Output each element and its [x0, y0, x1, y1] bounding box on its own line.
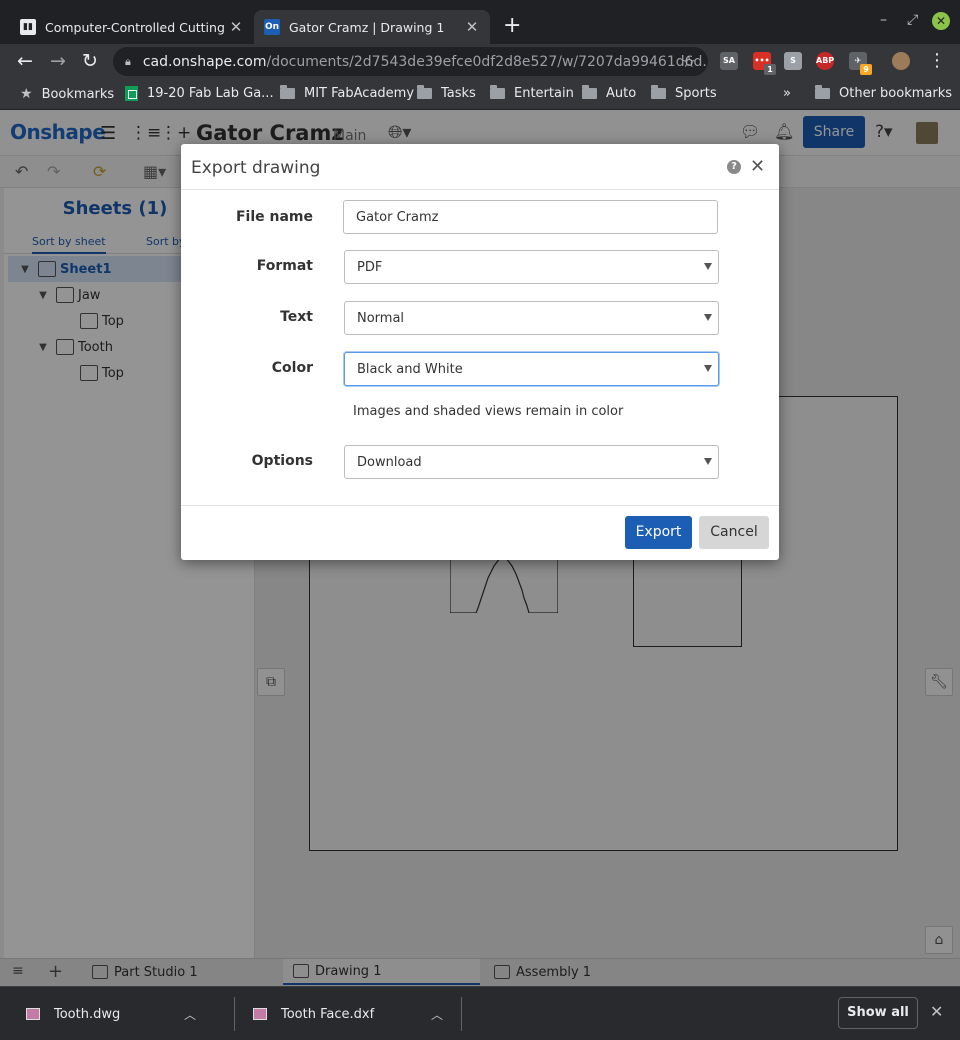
cancel-button[interactable]: Cancel [699, 516, 769, 549]
file-icon [253, 1008, 267, 1020]
bookmark-label: Sports [675, 86, 717, 101]
color-note: Images and shaded views remain in color [353, 404, 624, 419]
bookmark-label: Auto [606, 86, 637, 101]
folder-icon [815, 85, 830, 99]
dropdown-caret-icon [704, 263, 712, 270]
bookmark-folder-sports[interactable]: Sports [651, 85, 717, 101]
minimize-icon[interactable]: – [880, 12, 887, 28]
color-label: Color [271, 360, 313, 376]
bookmark-label: Bookmarks [41, 86, 115, 102]
folder-icon [582, 85, 597, 99]
bookmarks-bar: ★ Bookmarks 19-20 Fab Lab Ga... MIT FabA… [0, 78, 960, 110]
url-path: /documents/2d7543de39efce0df2d8e527/w/72… [266, 53, 708, 70]
dropdown-caret-icon [704, 458, 712, 465]
browser-menu-icon[interactable]: ⋮ [928, 50, 946, 71]
bookmarks-overflow-icon[interactable]: » [783, 86, 791, 101]
format-select[interactable]: PDF [344, 250, 719, 284]
browser-navbar: ← → ↻ 🔒︎ cad.onshape.com/documents/2d754… [0, 44, 960, 78]
file-name-label: File name [235, 209, 313, 225]
back-arrow-icon[interactable]: ← [13, 49, 37, 73]
options-value: Download [357, 454, 422, 470]
help-icon[interactable]: ? [727, 160, 741, 174]
new-tab-icon[interactable]: + [503, 13, 521, 38]
text-value: Normal [357, 310, 405, 326]
download-item[interactable]: Tooth.dwg ︿ [26, 987, 196, 1040]
dropdown-caret-icon [704, 365, 712, 372]
close-icon[interactable]: ✕ [750, 156, 765, 177]
bookmark-folder-tasks[interactable]: Tasks [417, 85, 476, 101]
extension-badge: 9 [860, 64, 872, 75]
export-drawing-dialog: Export drawing ? ✕ File name Format PDF … [181, 144, 779, 560]
download-filename: Tooth Face.dxf [281, 1006, 375, 1022]
bookmark-label: 19-20 Fab Lab Ga... [147, 86, 274, 101]
reload-icon[interactable]: ↻ [78, 49, 102, 73]
download-filename: Tooth.dwg [54, 1006, 121, 1022]
extension-badge: 1 [764, 64, 776, 75]
red-extension-icon[interactable]: ••• 1 [753, 52, 776, 75]
tab-close-icon[interactable]: ✕ [464, 18, 480, 36]
dialog-header: Export drawing ? ✕ [181, 144, 779, 190]
bookmark-folder-fabacademy[interactable]: MIT FabAcademy [280, 85, 415, 101]
plane-extension-icon[interactable]: ✈ 9 [849, 52, 872, 75]
chevron-up-icon[interactable]: ︿ [184, 1006, 196, 1023]
dialog-footer-divider [181, 505, 779, 506]
address-bar[interactable]: 🔒︎ cad.onshape.com/documents/2d7543de39e… [113, 47, 708, 76]
lock-icon: 🔒︎ [125, 54, 131, 68]
dropdown-caret-icon [704, 314, 712, 321]
forward-arrow-icon[interactable]: → [46, 49, 70, 73]
options-label: Options [251, 453, 313, 469]
color-select[interactable]: Black and White [344, 352, 719, 386]
adblock-icon[interactable]: ABP [816, 52, 834, 70]
dialog-title: Export drawing [191, 158, 321, 178]
bookmark-fablab[interactable]: 19-20 Fab Lab Ga... [125, 86, 274, 101]
bookmark-label: Tasks [441, 86, 476, 101]
text-label: Text [280, 309, 313, 325]
show-all-button[interactable]: Show all [838, 997, 918, 1029]
file-icon [26, 1008, 40, 1020]
other-bookmarks[interactable]: Other bookmarks [815, 85, 953, 101]
export-button[interactable]: Export [625, 516, 692, 549]
folder-icon [280, 85, 295, 99]
color-value: Black and White [357, 361, 463, 377]
tab-title: Gator Cramz | Drawing 1 [289, 19, 445, 35]
url-host: cad.onshape.com [142, 53, 267, 70]
bookmark-folder-entertain[interactable]: Entertain [490, 85, 574, 101]
text-select[interactable]: Normal [344, 301, 719, 335]
bookmark-star-icon[interactable]: ☆ [682, 52, 696, 71]
folder-icon [490, 85, 505, 99]
file-name-input[interactable] [343, 200, 718, 234]
tab-title: Computer-Controlled Cutting [45, 19, 225, 35]
maximize-icon[interactable]: ⤢ [907, 12, 918, 28]
bookmark-bookmarks[interactable]: ★ Bookmarks [20, 86, 114, 102]
bookmark-folder-auto[interactable]: Auto [582, 85, 637, 101]
browser-tab-inactive[interactable]: ▮▮ Computer-Controlled Cutting ✕ [10, 10, 254, 44]
tab-close-icon[interactable]: ✕ [228, 18, 244, 36]
options-select[interactable]: Download [344, 445, 719, 479]
s-extension-icon[interactable]: S [784, 52, 802, 70]
bookmark-label: Entertain [514, 86, 574, 101]
download-divider [234, 997, 235, 1031]
format-value: PDF [357, 259, 383, 275]
close-icon[interactable]: ✕ [930, 1002, 943, 1021]
window-close-icon[interactable]: ✕ [932, 12, 950, 30]
book-favicon-icon: ▮▮ [20, 19, 36, 35]
chevron-up-icon[interactable]: ︿ [431, 1006, 443, 1023]
profile-avatar[interactable] [892, 52, 910, 70]
folder-icon [417, 85, 432, 99]
download-divider [461, 997, 462, 1031]
browser-tab-active[interactable]: On Gator Cramz | Drawing 1 ✕ [254, 10, 490, 44]
download-shelf: Tooth.dwg ︿ Tooth Face.dxf ︿ Show all ✕ [0, 986, 960, 1040]
sheets-icon [125, 86, 138, 101]
folder-icon [651, 85, 666, 99]
bookmark-label: Other bookmarks [839, 86, 953, 101]
format-label: Format [256, 258, 313, 274]
onshape-favicon-icon: On [264, 19, 280, 35]
star-icon: ★ [20, 86, 33, 102]
download-item[interactable]: Tooth Face.dxf ︿ [253, 987, 443, 1040]
sa-extension-icon[interactable]: SA [720, 52, 738, 70]
bookmark-label: MIT FabAcademy [304, 86, 415, 101]
browser-tabstrip: ▮▮ Computer-Controlled Cutting ✕ On Gato… [0, 0, 960, 44]
